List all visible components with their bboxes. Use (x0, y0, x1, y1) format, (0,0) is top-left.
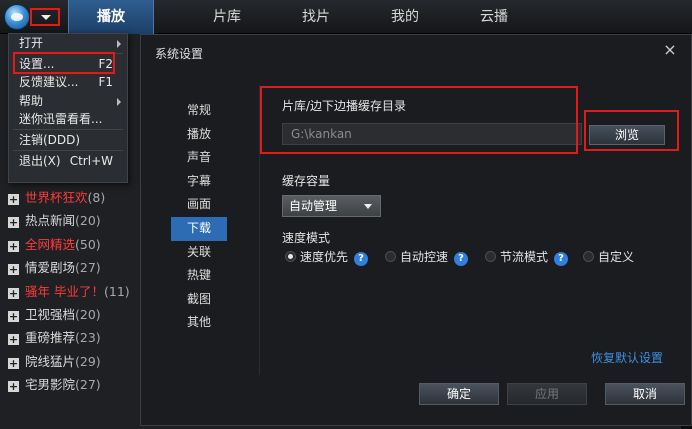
chevron-down-icon (41, 15, 51, 20)
category-list: + 世界杯狂欢(8) + 热点新闻(20) + 全网精选(50) + 情爱剧场(27) … (0, 186, 144, 397)
expand-icon[interactable]: + (8, 357, 19, 369)
chevron-down-icon (364, 204, 372, 209)
menu-item-help[interactable]: 帮助 (9, 92, 127, 110)
expand-icon[interactable]: + (8, 381, 19, 393)
capacity-select[interactable]: 自动管理 (282, 195, 381, 217)
expand-icon[interactable]: + (8, 287, 19, 299)
help-icon[interactable]: ? (354, 252, 369, 266)
nav-playback[interactable]: 播放 (171, 123, 227, 147)
expand-icon[interactable]: + (8, 240, 19, 252)
list-item[interactable]: + 宅男影院(27) (0, 373, 144, 396)
list-item[interactable]: + 世界杯狂欢(8) (0, 186, 144, 209)
radio-selected-icon (285, 251, 296, 262)
list-item[interactable]: + 卫视强档(20) (0, 303, 144, 326)
expand-icon[interactable]: + (8, 334, 19, 346)
settings-nav: 常规 播放 声音 字幕 画面 下载 关联 热键 截图 其他 (171, 99, 231, 335)
tab-mine[interactable]: 我的 (362, 0, 448, 34)
help-icon[interactable]: ? (554, 252, 569, 266)
nav-hotkeys[interactable]: 热键 (171, 264, 227, 288)
nav-association[interactable]: 关联 (171, 241, 227, 265)
nav-download[interactable]: 下载 (171, 216, 227, 241)
restore-defaults-link[interactable]: 恢复默认设置 (591, 349, 663, 366)
menu-item-exit[interactable]: 退出(X) Ctrl+W (9, 152, 127, 170)
menu-item-logout[interactable]: 注销(DDD) (9, 131, 127, 149)
expand-icon[interactable]: + (8, 194, 19, 205)
list-item[interactable]: + 骚年 毕业了！(11) (0, 280, 144, 303)
list-item[interactable]: + 情爱剧场(27) (0, 256, 144, 279)
expand-icon[interactable]: + (8, 217, 19, 229)
radio-speed-priority[interactable]: 速度优先? (285, 249, 369, 266)
speed-mode-label: 速度模式 (282, 231, 331, 245)
app-window: 播放 片库 找片 我的 云播 + 世界杯狂欢(8) + 热点新闻(20) + 全网精选… (0, 0, 692, 429)
capacity-label: 缓存容量 (282, 174, 331, 188)
top-bar: 播放 片库 找片 我的 云播 (0, 0, 692, 34)
apply-button[interactable]: 应用 (507, 383, 587, 405)
main-tabs: 播放 片库 找片 我的 云播 (68, 0, 537, 34)
nav-screenshot[interactable]: 截图 (171, 288, 227, 312)
radio-icon (385, 251, 396, 262)
ok-button[interactable]: 确定 (419, 383, 499, 405)
nav-general[interactable]: 常规 (171, 99, 227, 123)
cancel-button[interactable]: 取消 (605, 383, 685, 405)
browse-highlight-box (584, 110, 679, 151)
tab-play[interactable]: 播放 (68, 0, 154, 34)
tab-find[interactable]: 找片 (273, 0, 359, 34)
menu-divider (13, 128, 123, 130)
menu-item-mini-kankan[interactable]: 迷你迅雷看看... (9, 110, 127, 128)
list-item[interactable]: + 院线猛片(29) (0, 350, 144, 373)
logo-icon[interactable] (4, 4, 30, 30)
radio-throttle[interactable]: 节流模式? (485, 249, 569, 266)
list-item[interactable]: + 全网精选(50) (0, 233, 144, 256)
radio-auto-speed[interactable]: 自动控速? (385, 249, 469, 266)
radio-icon (583, 251, 594, 262)
cache-dir-highlight-box (260, 86, 578, 154)
expand-icon[interactable]: + (8, 264, 19, 276)
nav-picture[interactable]: 画面 (171, 193, 227, 217)
nav-subtitle[interactable]: 字幕 (171, 170, 227, 194)
tab-cloud-play[interactable]: 云播 (451, 0, 537, 34)
menu-item-open[interactable]: 打开 (9, 34, 127, 52)
submenu-arrow-icon (117, 40, 121, 48)
nav-sound[interactable]: 声音 (171, 146, 227, 170)
close-icon[interactable]: × (661, 41, 679, 59)
list-item[interactable]: + 热点新闻(20) (0, 209, 144, 232)
radio-custom[interactable]: 自定义 (583, 249, 634, 265)
main-menu-button[interactable] (30, 8, 60, 26)
help-icon[interactable]: ? (454, 252, 469, 266)
submenu-arrow-icon (117, 97, 121, 106)
menu-item-feedback[interactable]: 反馈建议... F1 (9, 73, 127, 91)
list-item[interactable]: + 重磅推荐(23) (0, 326, 144, 349)
radio-icon (485, 251, 496, 262)
expand-icon[interactable]: + (8, 310, 19, 322)
menu-divider (13, 150, 123, 152)
settings-highlight-box (13, 52, 115, 74)
nav-other[interactable]: 其他 (171, 311, 227, 335)
tab-library[interactable]: 片库 (184, 0, 270, 34)
dialog-title: 系统设置 (155, 47, 204, 61)
